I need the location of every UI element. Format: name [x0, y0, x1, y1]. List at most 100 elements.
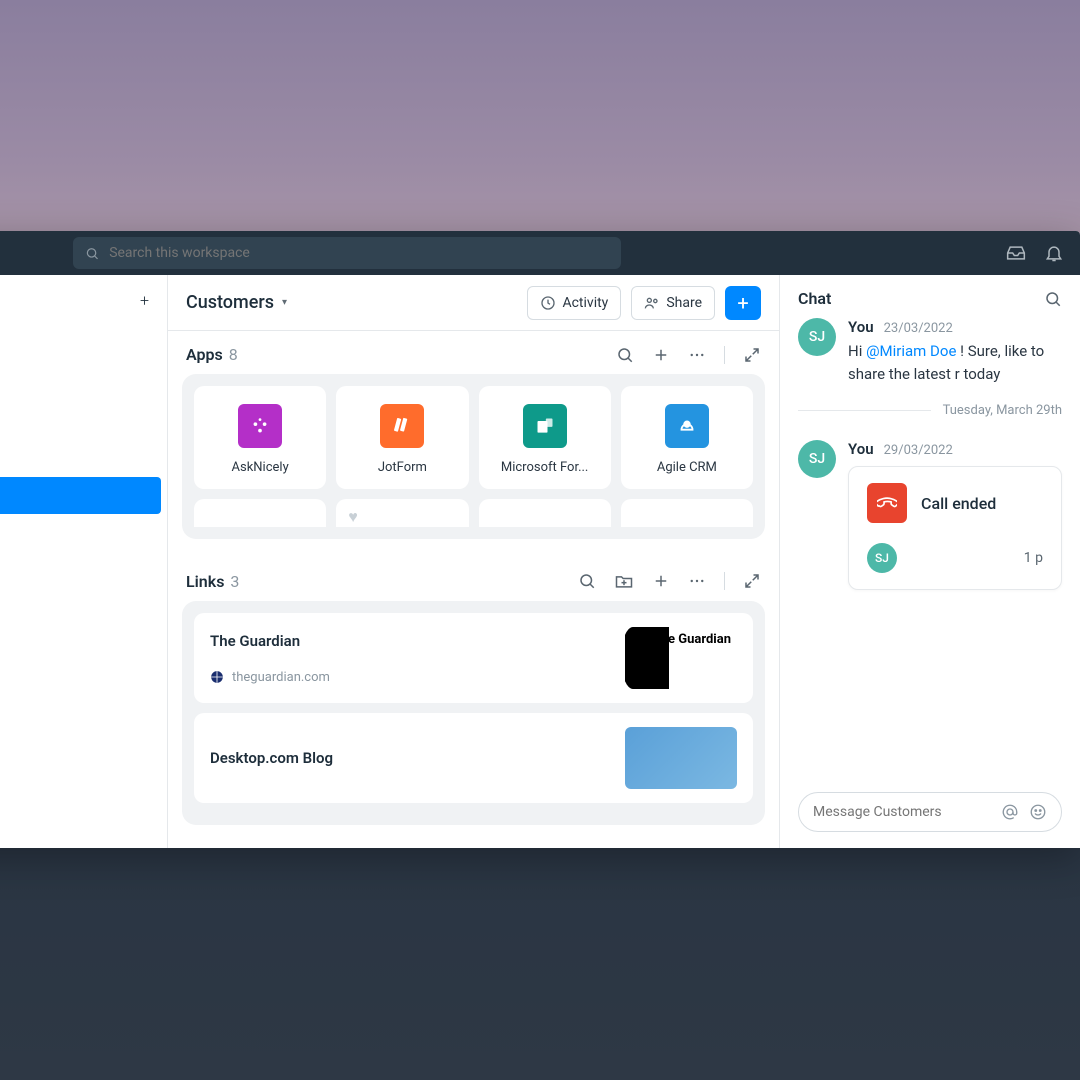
sidebar-item[interactable]: munication [0, 630, 167, 667]
chevron-down-icon: ▾ [282, 297, 287, 308]
add-button[interactable]: + [725, 286, 761, 320]
sidebar-item-customers[interactable]: mers [0, 477, 161, 514]
search-chat-button[interactable] [1044, 290, 1062, 308]
call-card[interactable]: Call ended SJ 1 p [848, 466, 1062, 590]
activity-label: Activity [562, 295, 608, 311]
link-card-guardian[interactable]: The Guardian theguardian.com The Guardia… [194, 613, 753, 703]
app-icon [238, 404, 282, 448]
chat-body: SJ You 23/03/2022 Hi @Miriam Doe ! Sure,… [780, 318, 1080, 780]
links-actions [578, 571, 761, 591]
links-title: Links [186, 572, 224, 591]
link-info: Desktop.com Blog [210, 749, 625, 767]
heart-icon: ♥ [348, 507, 358, 527]
chat-message: SJ You 23/03/2022 Hi @Miriam Doe ! Sure,… [798, 318, 1062, 385]
share-label: Share [666, 295, 702, 311]
mention-button[interactable] [1001, 803, 1019, 821]
links-count: 3 [230, 572, 239, 591]
link-thumbnail [625, 727, 737, 789]
section-private: E DESKTOPS [0, 667, 167, 708]
search-apps-button[interactable] [616, 346, 634, 364]
search-input-wrapper[interactable] [73, 237, 621, 269]
more-links-button[interactable] [688, 572, 706, 590]
more-apps-button[interactable] [688, 346, 706, 364]
app-icon [665, 404, 709, 448]
links-panel: The Guardian theguardian.com The Guardia… [182, 601, 765, 825]
app-card-msforms[interactable]: Microsoft For... [479, 386, 611, 489]
app-name: JotForm [344, 460, 460, 475]
app-card-stub[interactable] [479, 499, 611, 527]
links-section-bar: Links 3 [168, 557, 779, 601]
sidebar-header: s + [0, 287, 167, 320]
app-card-stub[interactable]: ♥ [336, 499, 468, 527]
topbar-actions [1006, 243, 1064, 263]
separator-text: Tuesday, March 29th [943, 403, 1062, 418]
body: s + rites AL DESKTOPS al ce mers n DESKT… [0, 275, 1080, 848]
section-shared: DESKTOPS [0, 552, 167, 593]
call-meta: 1 p [1024, 550, 1043, 566]
app-card-asknicely[interactable]: AskNicely [194, 386, 326, 489]
activity-button[interactable]: Activity [527, 286, 621, 320]
people-icon [644, 295, 660, 311]
center-column: Customers ▾ Activity Share + [168, 275, 780, 848]
link-card-desktop-blog[interactable]: Desktop.com Blog [194, 713, 753, 803]
chat-input-wrapper[interactable] [798, 792, 1062, 832]
link-info: The Guardian theguardian.com [210, 632, 625, 685]
message-header: You 29/03/2022 [848, 440, 1062, 458]
share-button[interactable]: Share [631, 286, 715, 320]
message-author: You [848, 440, 874, 458]
chat-title: Chat [798, 289, 831, 308]
private-empty-text: n't have any private ps [0, 708, 167, 726]
topbar: m Project ▾ [0, 231, 1080, 275]
expand-links-button[interactable] [743, 572, 761, 590]
link-url-text: theguardian.com [232, 670, 330, 685]
add-desktop-button[interactable]: + [140, 291, 149, 310]
sidebar: s + rites AL DESKTOPS al ce mers n DESKT… [0, 275, 168, 848]
app-name: Agile CRM [629, 460, 745, 475]
app-window: m Project ▾ s + rites AL DESKTOPS al ce … [0, 231, 1080, 848]
app-card-stub[interactable] [194, 499, 326, 527]
emoji-button[interactable] [1029, 803, 1047, 821]
app-card-stub[interactable] [621, 499, 753, 527]
chat-input[interactable] [813, 804, 991, 820]
page-title-dropdown[interactable]: Customers ▾ [186, 292, 287, 313]
avatar: SJ [798, 440, 836, 478]
search-links-button[interactable] [578, 572, 596, 590]
link-thumbnail: The Guardian [625, 627, 737, 689]
mention[interactable]: @Miriam Doe [866, 342, 956, 360]
page-title: Customers [186, 292, 274, 313]
add-link-button[interactable] [652, 572, 670, 590]
sidebar-item[interactable]: ation [0, 593, 167, 630]
favourites-item[interactable]: rites [0, 320, 167, 361]
sidebar-item[interactable]: n [0, 515, 167, 552]
chat-panel: Chat SJ You 23/03/2022 Hi @Miriam Doe ! … [780, 275, 1080, 848]
app-card-jotform[interactable]: JotForm [336, 386, 468, 489]
avatar: SJ [798, 318, 836, 356]
app-icon [523, 404, 567, 448]
message-pre: Hi [848, 342, 866, 360]
section-personal: AL DESKTOPS [0, 361, 167, 402]
divider [724, 572, 725, 590]
app-card-agilecrm[interactable]: Agile CRM [621, 386, 753, 489]
search-icon [85, 246, 99, 261]
apps-panel: AskNicely JotForm Microsoft For... [182, 374, 765, 539]
search-input[interactable] [109, 245, 609, 261]
expand-apps-button[interactable] [743, 346, 761, 364]
private-more-link[interactable]: nore [0, 726, 167, 745]
main: Customers ▾ Activity Share + [168, 275, 1080, 848]
call-label: Call ended [921, 494, 996, 513]
message-content: You 29/03/2022 Call ended [848, 440, 1062, 590]
bell-icon[interactable] [1044, 243, 1064, 263]
add-app-button[interactable] [652, 346, 670, 364]
apps-row-2: ♥ [194, 499, 753, 527]
app-name: AskNicely [202, 460, 318, 475]
message-header: You 23/03/2022 [848, 318, 1062, 336]
inbox-icon[interactable] [1006, 243, 1026, 263]
folder-add-button[interactable] [614, 571, 634, 591]
link-title: Desktop.com Blog [210, 749, 625, 767]
apps-section-bar: Apps 8 [168, 331, 779, 374]
sidebar-item[interactable]: ce [0, 439, 167, 476]
sidebar-item[interactable]: al [0, 402, 167, 439]
chat-message: SJ You 29/03/2022 [798, 440, 1062, 590]
time-separator: Tuesday, March 29th [798, 403, 1062, 418]
apps-actions [616, 346, 761, 364]
